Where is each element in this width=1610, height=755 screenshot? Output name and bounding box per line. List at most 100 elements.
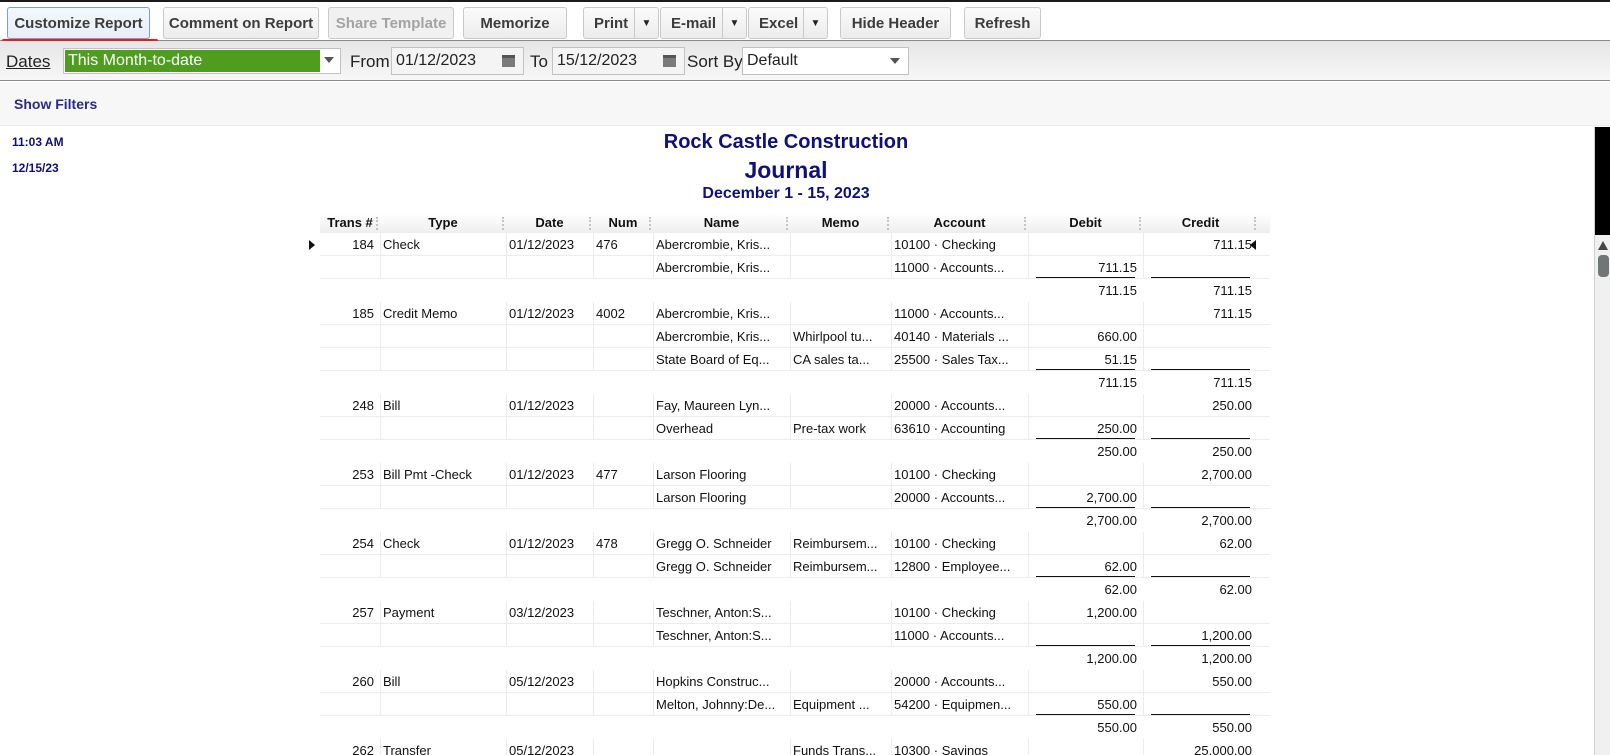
column-separator xyxy=(790,601,791,624)
column-separator xyxy=(380,325,381,348)
column-resize-handle[interactable] xyxy=(1024,217,1026,230)
show-filters-link[interactable]: Show Filters xyxy=(14,96,97,112)
email-button[interactable]: E-mail ▼ xyxy=(660,7,747,39)
column-separator xyxy=(506,325,507,348)
to-date-input[interactable]: 15/12/2023 xyxy=(552,47,685,75)
from-date-input[interactable]: 01/12/2023 xyxy=(391,47,524,75)
calendar-icon[interactable] xyxy=(502,55,515,67)
total-credit: 62.00 xyxy=(1219,582,1252,597)
column-header-name[interactable]: Name xyxy=(653,215,790,230)
line-name: Teschner, Anton:S... xyxy=(656,628,772,643)
filter-bar: Show Filters xyxy=(0,82,1610,126)
journal-line-row[interactable]: 262 Transfer 05/12/2023 Funds Trans... 10300… xyxy=(320,739,1270,755)
refresh-button[interactable]: Refresh xyxy=(964,7,1041,39)
column-header-date[interactable]: Date xyxy=(506,215,593,230)
scroll-up-arrow-icon[interactable] xyxy=(1598,241,1608,250)
column-separator xyxy=(506,256,507,279)
chevron-down-icon[interactable] xyxy=(890,58,900,64)
hide-header-button[interactable]: Hide Header xyxy=(840,7,951,39)
customize-report-button[interactable]: Customize Report xyxy=(7,7,150,39)
dates-dropdown[interactable]: This Month-to-date xyxy=(63,48,341,74)
journal-line-row[interactable]: Abercrombie, Kris... 11000 · Accounts... 7… xyxy=(320,256,1270,279)
transaction-total-row: 2,700.00 2,700.00 xyxy=(320,509,1270,532)
scrollbar-thumb[interactable] xyxy=(1598,255,1609,277)
column-header-num[interactable]: Num xyxy=(593,215,653,230)
column-separator xyxy=(1143,256,1144,279)
journal-line-row[interactable]: Overhead Pre-tax work 63610 · Accounting 25… xyxy=(320,417,1270,440)
journal-line-row[interactable]: Teschner, Anton:S... 11000 · Accounts... 1… xyxy=(320,624,1270,647)
journal-line-row[interactable]: 254 Check 01/12/2023 478 Gregg O. Schneider R… xyxy=(320,532,1270,555)
total-debit: 711.15 xyxy=(1098,375,1137,390)
credit-subtotal-rule xyxy=(1151,645,1250,646)
journal-line-row[interactable]: Melton, Johnny:De... Equipment ... 54200 ·… xyxy=(320,693,1270,716)
calendar-icon[interactable] xyxy=(663,55,676,67)
column-separator xyxy=(506,486,507,509)
column-separator xyxy=(1028,532,1029,555)
column-resize-handle[interactable] xyxy=(376,217,378,230)
comment-on-report-button[interactable]: Comment on Report xyxy=(163,7,319,39)
journal-line-row[interactable]: 257 Payment 03/12/2023 Teschner, Anton:S...… xyxy=(320,601,1270,624)
line-memo: Reimbursem... xyxy=(793,536,878,551)
line-memo: Whirlpool tu... xyxy=(793,329,873,344)
credit-subtotal-rule xyxy=(1151,714,1250,715)
total-credit: 711.15 xyxy=(1213,283,1252,298)
journal-line-row[interactable]: 253 Bill Pmt -Check 01/12/2023 477 Larson Fl… xyxy=(320,463,1270,486)
report-title: Journal xyxy=(744,157,828,183)
column-header-account[interactable]: Account xyxy=(891,215,1028,230)
column-header-type[interactable]: Type xyxy=(380,215,506,230)
dates-selected-value: This Month-to-date xyxy=(65,50,320,72)
line-memo: Pre-tax work xyxy=(793,421,866,436)
line-debit: 250.00 xyxy=(1097,421,1137,436)
transaction-date: 01/12/2023 xyxy=(509,398,575,413)
vertical-scrollbar[interactable] xyxy=(1594,127,1610,755)
share-template-label: Share Template xyxy=(335,14,447,32)
column-header-memo[interactable]: Memo xyxy=(790,215,891,230)
column-separator xyxy=(1143,486,1144,509)
line-account: 11000 · Accounts... xyxy=(894,306,1005,321)
line-account: 11000 · Accounts... xyxy=(894,628,1005,643)
column-resize-handle[interactable] xyxy=(1139,217,1141,230)
chevron-down-icon[interactable] xyxy=(324,57,334,63)
excel-button[interactable]: Excel ▼ xyxy=(748,7,828,39)
journal-report-window: Customize Report Comment on Report Share… xyxy=(0,0,1610,755)
line-name: Teschner, Anton:S... xyxy=(656,605,772,620)
journal-line-row[interactable]: 248 Bill 01/12/2023 Fay, Maureen Lyn... 2000… xyxy=(320,394,1270,417)
journal-line-row[interactable]: 185 Credit Memo 01/12/2023 4002 Abercrombie,… xyxy=(320,302,1270,325)
column-resize-handle[interactable] xyxy=(589,217,591,230)
column-resize-handle[interactable] xyxy=(502,217,504,230)
email-dropdown-icon[interactable]: ▼ xyxy=(722,8,746,38)
journal-line-row[interactable]: Gregg O. Schneider Reimbursem... 12800 · E… xyxy=(320,555,1270,578)
sort-by-dropdown[interactable]: Default xyxy=(742,47,909,75)
column-separator xyxy=(1143,601,1144,624)
column-resize-handle[interactable] xyxy=(887,217,889,230)
from-label: From xyxy=(350,52,390,71)
journal-line-row[interactable]: Abercrombie, Kris... Whirlpool tu... 40140… xyxy=(320,325,1270,348)
journal-line-row[interactable]: 184 Check 01/12/2023 476 Abercrombie, Kris..… xyxy=(320,233,1270,256)
share-template-button[interactable]: Share Template xyxy=(328,7,454,39)
total-credit: 1,200.00 xyxy=(1201,651,1252,666)
to-label: To xyxy=(530,52,548,71)
column-header-debit[interactable]: Debit xyxy=(1028,215,1143,230)
total-credit: 250.00 xyxy=(1212,444,1252,459)
column-resize-handle[interactable] xyxy=(1254,217,1256,230)
journal-line-row[interactable]: State Board of Eq... CA sales ta... 25500 … xyxy=(320,348,1270,371)
line-debit: 51.15 xyxy=(1104,352,1137,367)
transaction-type: Payment xyxy=(383,605,435,620)
total-debit: 250.00 xyxy=(1097,444,1137,459)
print-dropdown-icon[interactable]: ▼ xyxy=(634,8,658,38)
journal-line-row[interactable]: Larson Flooring 20000 · Accounts... 2,700.… xyxy=(320,486,1270,509)
journal-line-row[interactable]: 260 Bill 05/12/2023 Hopkins Construc... 2000… xyxy=(320,670,1270,693)
debit-subtotal-rule xyxy=(1036,507,1135,508)
line-name: Abercrombie, Kris... xyxy=(656,260,771,275)
column-header-trans[interactable]: Trans # xyxy=(320,215,380,230)
line-memo: Reimbursem... xyxy=(793,559,878,574)
line-name: Hopkins Construc... xyxy=(656,674,770,689)
line-memo: Funds Trans... xyxy=(793,743,877,755)
column-resize-handle[interactable] xyxy=(649,217,651,230)
column-resize-handle[interactable] xyxy=(786,217,788,230)
column-header-credit[interactable]: Credit xyxy=(1143,215,1258,230)
excel-dropdown-icon[interactable]: ▼ xyxy=(803,8,827,38)
line-credit: 550.00 xyxy=(1212,674,1252,689)
print-button[interactable]: Print ▼ xyxy=(583,7,659,39)
memorize-button[interactable]: Memorize xyxy=(463,7,567,39)
